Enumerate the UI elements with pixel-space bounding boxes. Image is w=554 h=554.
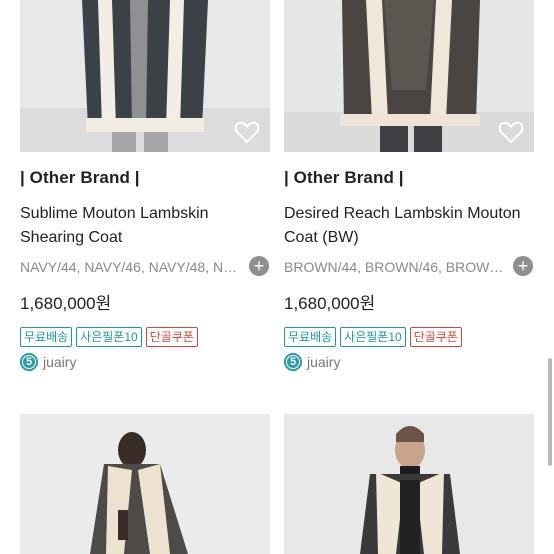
seller-info[interactable]: 5 juairy (284, 353, 340, 371)
product-title[interactable]: Desired Reach Lambskin Mouton Coat (BW) (284, 202, 529, 250)
product-image[interactable] (20, 414, 270, 554)
free-shipping-badge: 무료배송 (284, 327, 337, 347)
wishlist-heart-icon[interactable] (234, 120, 260, 144)
product-price: 1,680,000원 (284, 294, 376, 313)
gift-badge: 사은필폰10 (340, 327, 406, 347)
product-title[interactable]: Sublime Mouton Lambskin Shearing Coat (20, 202, 265, 250)
seller-level-icon: 5 (20, 353, 38, 371)
scrollbar[interactable] (548, 358, 552, 466)
seller-name[interactable]: juairy (43, 354, 76, 370)
plus-circle-icon[interactable]: + (513, 256, 533, 276)
wishlist-heart-icon[interactable] (498, 120, 524, 144)
product-image[interactable] (284, 414, 534, 554)
seller-level-icon: 5 (284, 353, 302, 371)
product-image[interactable] (284, 0, 534, 152)
product-options: BROWN/44, BROWN/46, BROWN/48 (284, 259, 506, 275)
free-shipping-badge: 무료배송 (20, 327, 73, 347)
product-price: 1,680,000원 (20, 294, 112, 313)
badge-row: 무료배송 사은필폰10 단골쿠폰 (284, 327, 462, 347)
badge-row: 무료배송 사은필폰10 단골쿠폰 (20, 327, 198, 347)
product-image[interactable] (20, 0, 270, 152)
product-options: NAVY/44, NAVY/46, NAVY/48, NAVY/50 (20, 259, 242, 275)
plus-circle-icon[interactable]: + (249, 256, 269, 276)
seller-name[interactable]: juairy (307, 354, 340, 370)
gift-badge: 사은필폰10 (76, 327, 142, 347)
coupon-badge: 단골쿠폰 (409, 327, 462, 347)
coupon-badge: 단골쿠폰 (145, 327, 198, 347)
brand-name[interactable]: | Other Brand | (20, 168, 140, 188)
brand-name[interactable]: | Other Brand | (284, 168, 404, 188)
seller-info[interactable]: 5 juairy (20, 353, 76, 371)
